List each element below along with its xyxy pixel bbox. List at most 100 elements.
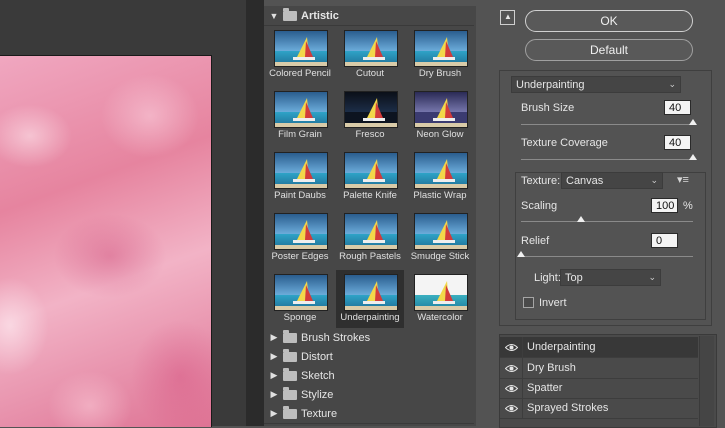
category-label: Distort	[301, 350, 333, 363]
texture-coverage-value[interactable]: 40	[664, 135, 691, 150]
filter-thumbnail[interactable]: Palette Knife	[336, 148, 404, 206]
category-label: Sketch	[301, 369, 335, 382]
category-distort[interactable]: ▶ Distort	[264, 347, 474, 367]
folder-icon	[283, 386, 297, 400]
invert-label: Invert	[539, 297, 567, 309]
category-texture[interactable]: ▶ Texture	[264, 404, 474, 424]
effect-layer-name: Sprayed Strokes	[527, 402, 609, 414]
filter-thumbnail[interactable]: Smudge Stick	[406, 209, 474, 267]
preview-image[interactable]	[0, 55, 212, 427]
chevron-right-icon: ▶	[270, 351, 278, 361]
layers-scrollbar[interactable]	[699, 336, 714, 426]
chevron-right-icon: ▶	[270, 370, 278, 380]
effect-layer-row[interactable]: Spatter	[500, 378, 698, 399]
eye-icon[interactable]	[500, 378, 523, 398]
filter-thumbnail-label: Dry Brush	[418, 68, 462, 79]
filter-thumbnail-label: Fresco	[355, 129, 385, 140]
scaling-unit: %	[683, 200, 693, 212]
scaling-label: Scaling	[521, 200, 558, 212]
texture-select[interactable]: Canvas ⌄	[561, 172, 663, 189]
filter-thumbnail[interactable]: Fresco	[336, 87, 404, 145]
effect-layer-name: Dry Brush	[527, 362, 576, 374]
filter-select[interactable]: Underpainting ⌄	[511, 76, 681, 93]
filter-thumbnail[interactable]: Underpainting	[336, 270, 404, 328]
filter-thumbnail[interactable]: Cutout	[336, 26, 404, 84]
filter-preview-image	[274, 213, 328, 250]
filter-preview-image	[344, 274, 398, 311]
texture-select-value: Canvas	[566, 174, 604, 187]
relief-value[interactable]: 0	[651, 233, 678, 248]
category-artistic[interactable]: ▼ Artistic	[264, 6, 474, 26]
light-select[interactable]: Top ⌄	[560, 269, 661, 286]
effect-layer-row[interactable]: Underpainting	[500, 337, 698, 358]
collapse-icon: ▲	[504, 12, 512, 21]
chevron-down-icon: ▼	[269, 10, 279, 21]
filter-preview-image	[274, 91, 328, 128]
category-label: Texture	[301, 407, 338, 420]
filter-thumbnail[interactable]: Rough Pastels	[336, 209, 404, 267]
texture-menu-icon[interactable]: ▾≡	[677, 173, 689, 186]
filter-preview-image	[414, 91, 468, 128]
effect-layer-row[interactable]: Dry Brush	[500, 358, 698, 379]
filter-preview-image	[344, 91, 398, 128]
category-label: Brush Strokes	[301, 331, 371, 344]
filter-thumbnail[interactable]: Paint Daubs	[266, 148, 334, 206]
filter-thumbnail[interactable]: Colored Pencil	[266, 26, 334, 84]
effect-layer-row[interactable]: Sprayed Strokes	[500, 398, 698, 419]
filter-thumbnail-label: Rough Pastels	[339, 251, 401, 262]
filter-thumbnail-label: Palette Knife	[343, 190, 397, 201]
filter-thumbnail[interactable]: Poster Edges	[266, 209, 334, 267]
brush-size-value[interactable]: 40	[664, 100, 691, 115]
eye-icon[interactable]	[500, 337, 523, 357]
relief-slider-knob[interactable]	[517, 251, 525, 257]
filter-thumbnail[interactable]: Film Grain	[266, 87, 334, 145]
ok-button[interactable]: OK	[525, 10, 693, 32]
texture-label: Texture:	[521, 175, 561, 187]
filter-preview-image	[344, 152, 398, 189]
scaling-slider-track[interactable]	[521, 221, 693, 222]
texture-coverage-slider-track[interactable]	[521, 159, 693, 160]
texture-coverage-slider-knob[interactable]	[689, 154, 697, 160]
folder-icon	[283, 7, 297, 21]
default-button[interactable]: Default	[525, 39, 693, 61]
filter-thumbnail-label: Plastic Wrap	[413, 190, 467, 201]
brush-size-slider-knob[interactable]	[689, 119, 697, 125]
filter-thumbnail[interactable]: Dry Brush	[406, 26, 474, 84]
filter-thumbnail-label: Paint Daubs	[274, 190, 326, 201]
filter-thumbnail[interactable]: Neon Glow	[406, 87, 474, 145]
filter-thumbnail-label: Underpainting	[340, 312, 400, 323]
folder-icon	[283, 348, 297, 362]
category-label: Artistic	[301, 9, 339, 22]
collapse-gallery-button[interactable]: ▲	[500, 10, 515, 25]
filter-select-value: Underpainting	[516, 78, 585, 91]
filter-thumbnail-label: Colored Pencil	[269, 68, 331, 79]
filter-thumbnail[interactable]: Plastic Wrap	[406, 148, 474, 206]
scaling-slider-knob[interactable]	[577, 216, 586, 222]
eye-icon[interactable]	[500, 358, 523, 378]
effect-layer-name: Underpainting	[527, 341, 596, 353]
category-stylize[interactable]: ▶ Stylize	[264, 385, 474, 405]
eye-icon[interactable]	[500, 398, 523, 418]
effect-layer-name: Spatter	[527, 382, 563, 394]
filter-thumbnail-label: Neon Glow	[416, 129, 464, 140]
texture-coverage-label: Texture Coverage	[521, 137, 608, 149]
preview-panel	[0, 0, 246, 427]
filter-thumbnail-label: Sponge	[283, 312, 317, 323]
filter-thumbnail[interactable]: Watercolor	[406, 270, 474, 328]
chevron-right-icon: ▶	[270, 332, 278, 342]
filter-thumbnail-label: Smudge Stick	[410, 251, 470, 262]
invert-checkbox[interactable]	[523, 297, 534, 308]
brush-size-slider-track[interactable]	[521, 124, 693, 125]
filter-thumbnail[interactable]: Sponge	[266, 270, 334, 328]
chevron-right-icon: ▶	[270, 408, 278, 418]
filter-preview-image	[344, 213, 398, 250]
scaling-value[interactable]: 100	[651, 198, 678, 213]
panel-divider	[476, 0, 490, 426]
relief-slider-track[interactable]	[521, 256, 693, 257]
panel-divider	[246, 0, 264, 426]
category-brush-strokes[interactable]: ▶ Brush Strokes	[264, 328, 474, 348]
category-sketch[interactable]: ▶ Sketch	[264, 366, 474, 386]
light-select-value: Top	[565, 271, 583, 284]
folder-icon	[283, 367, 297, 381]
filter-preview-image	[274, 274, 328, 311]
